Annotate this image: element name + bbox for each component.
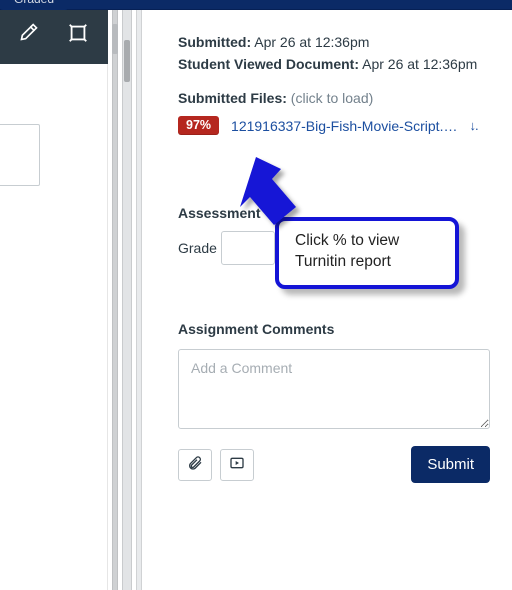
assessment-heading: Assessment bbox=[178, 205, 490, 221]
media-comment-button[interactable] bbox=[220, 449, 254, 481]
submitted-row: Submitted: Apr 26 at 12:36pm bbox=[178, 34, 490, 50]
annotation-toolbar bbox=[0, 10, 108, 64]
submitted-label: Submitted: bbox=[178, 34, 251, 50]
similarity-badge[interactable]: 97% bbox=[178, 116, 219, 135]
top-bar: Graded bbox=[0, 0, 512, 10]
grading-status-tab: Graded bbox=[0, 0, 68, 10]
paperclip-icon bbox=[187, 455, 203, 474]
grade-row: Grade bbox=[178, 231, 490, 265]
grading-panel: Submitted: Apr 26 at 12:36pm Student Vie… bbox=[148, 10, 512, 590]
document-page-edge bbox=[0, 124, 40, 186]
comments-section: Assignment Comments Submit bbox=[178, 321, 490, 483]
viewed-label: Student Viewed Document: bbox=[178, 56, 359, 72]
grade-label: Grade bbox=[178, 240, 217, 256]
file-row: 97% 121916337-Big-Fish-Movie-Script.… ↓. bbox=[178, 116, 490, 135]
download-icon[interactable]: ↓. bbox=[469, 118, 477, 133]
attach-file-button[interactable] bbox=[178, 449, 212, 481]
comment-textarea[interactable] bbox=[178, 349, 490, 429]
viewed-value: Apr 26 at 12:36pm bbox=[362, 56, 477, 72]
submitted-value: Apr 26 at 12:36pm bbox=[254, 34, 369, 50]
comments-heading: Assignment Comments bbox=[178, 321, 490, 337]
brush-icon[interactable] bbox=[19, 22, 39, 45]
play-rect-icon bbox=[229, 455, 245, 474]
pane-divider[interactable] bbox=[108, 10, 148, 590]
crop-icon[interactable] bbox=[67, 22, 89, 47]
files-label-text: Submitted Files: bbox=[178, 90, 287, 106]
assessment-section: Assessment Grade bbox=[178, 205, 490, 265]
files-hint: (click to load) bbox=[291, 90, 373, 106]
submitted-file-link[interactable]: 121916337-Big-Fish-Movie-Script.… bbox=[231, 118, 457, 134]
document-preview-column bbox=[0, 64, 108, 590]
viewed-row: Student Viewed Document: Apr 26 at 12:36… bbox=[178, 56, 490, 72]
grade-input[interactable] bbox=[221, 231, 275, 265]
submit-button[interactable]: Submit bbox=[411, 446, 490, 483]
submitted-files-label: Submitted Files: (click to load) bbox=[178, 90, 490, 106]
